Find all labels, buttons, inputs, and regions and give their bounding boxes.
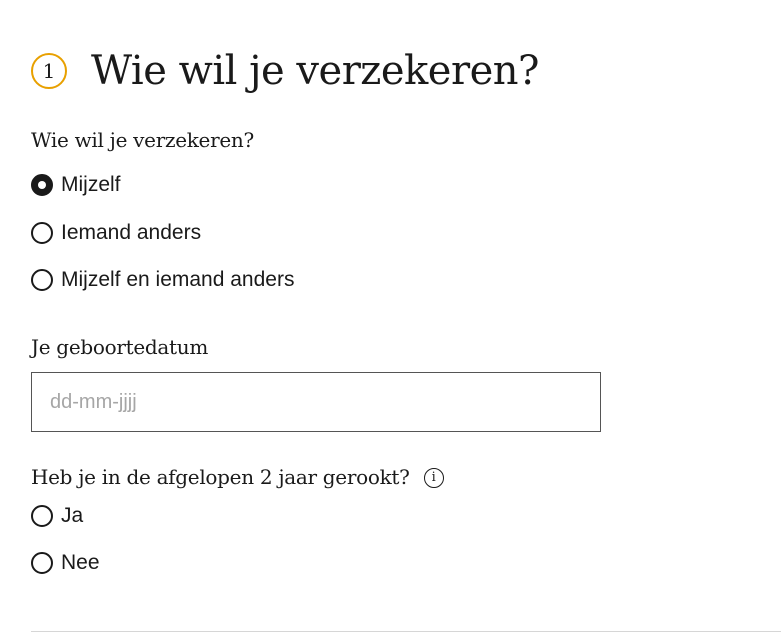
radio-option-ja[interactable]: Ja — [31, 504, 83, 528]
radio-button[interactable] — [31, 505, 53, 527]
radio-option-iemand-anders[interactable]: Iemand anders — [31, 221, 201, 245]
section-divider — [31, 631, 781, 632]
radio-label: Nee — [61, 551, 100, 574]
step-header: 1 Wie wil je verzekeren? — [31, 20, 539, 122]
radio-label: Ja — [61, 504, 84, 527]
radio-button[interactable] — [31, 269, 53, 291]
smoking-question-label: Heb je in de afgelopen 2 jaar gerookt? i — [31, 465, 444, 489]
smoking-question-text: Heb je in de afgelopen 2 jaar gerookt? — [31, 465, 410, 489]
birthdate-input[interactable] — [31, 372, 601, 432]
radio-button-selected[interactable] — [31, 174, 53, 196]
radio-label: Iemand anders — [61, 221, 202, 244]
radio-option-nee[interactable]: Nee — [31, 551, 100, 575]
radio-button[interactable] — [31, 552, 53, 574]
radio-option-mijzelf[interactable]: Mijzelf — [31, 173, 121, 197]
radio-button[interactable] — [31, 222, 53, 244]
info-icon[interactable]: i — [423, 467, 444, 488]
radio-label: Mijzelf en iemand anders — [61, 268, 295, 291]
birthdate-label: Je geboortedatum — [31, 335, 208, 359]
insured-question-label: Wie wil je verzekeren? — [31, 128, 254, 152]
page-title: Wie wil je verzekeren? — [91, 47, 539, 94]
radio-option-mijzelf-en-iemand-anders[interactable]: Mijzelf en iemand anders — [31, 268, 294, 292]
step-number-badge: 1 — [31, 52, 67, 89]
radio-label: Mijzelf — [61, 173, 121, 196]
